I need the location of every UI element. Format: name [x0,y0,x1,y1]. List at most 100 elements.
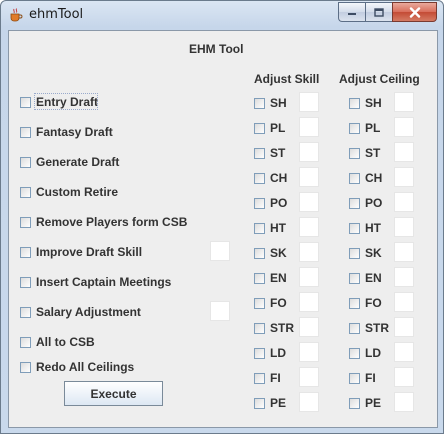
skill-value-field[interactable] [299,367,319,387]
minimize-icon [348,13,356,15]
option-label: Generate Draft [36,155,120,169]
ceiling-checkbox[interactable] [349,148,360,159]
window-controls [338,2,437,22]
option-checkbox[interactable] [20,307,31,318]
ceiling-label: LD [365,346,381,360]
ceiling-checkbox[interactable] [349,373,360,384]
ceiling-label: PO [365,196,383,210]
close-icon [409,6,420,18]
ceiling-checkbox[interactable] [349,223,360,234]
ceiling-value-field[interactable] [394,342,414,362]
ceiling-value-field[interactable] [394,317,414,337]
ceiling-label: SH [365,96,382,110]
skill-label: FO [270,296,287,310]
skill-value-field[interactable] [299,217,319,237]
skill-value-field[interactable] [299,117,319,137]
skill-value-field[interactable] [299,342,319,362]
skill-value-field[interactable] [299,192,319,212]
java-cup-icon [10,8,23,22]
option-value-field[interactable] [210,301,230,321]
option-checkbox[interactable] [20,97,31,108]
ceiling-label: PE [365,396,382,410]
maximize-button[interactable] [365,2,392,22]
skill-label: FI [270,371,281,385]
ceiling-value-field[interactable] [394,142,414,162]
skill-checkbox[interactable] [254,198,265,209]
skill-checkbox[interactable] [254,373,265,384]
ceiling-checkbox[interactable] [349,273,360,284]
ceiling-value-field[interactable] [394,217,414,237]
skill-label: ST [270,146,286,160]
ceiling-value-field[interactable] [394,392,414,412]
option-value-field[interactable] [210,241,230,261]
ceiling-checkbox[interactable] [349,173,360,184]
option-label: Redo All Ceilings [36,360,135,374]
option-label: Insert Captain Meetings [36,275,172,289]
skill-checkbox[interactable] [254,273,265,284]
adjust-skill-heading: Adjust Skill [254,72,320,86]
tool-panel: EHM Tool Entry Draft Fantasy Draft Generat… [8,30,438,428]
skill-value-field[interactable] [299,92,319,112]
skill-value-field[interactable] [299,142,319,162]
skill-value-field[interactable] [299,267,319,287]
ceiling-label: STR [365,321,389,335]
option-checkbox[interactable] [20,187,31,198]
skill-value-field[interactable] [299,242,319,262]
app-window: ehmTool EHM Tool Entry Draft Fantasy Draf… [0,0,444,434]
skill-label: EN [270,271,287,285]
option-checkbox[interactable] [20,362,31,373]
ceiling-label: CH [365,171,383,185]
skill-value-field[interactable] [299,167,319,187]
skill-checkbox[interactable] [254,123,265,134]
option-checkbox[interactable] [20,127,31,138]
option-checkbox[interactable] [20,337,31,348]
ceiling-value-field[interactable] [394,192,414,212]
option-label: Improve Draft Skill [36,245,143,259]
option-checkbox[interactable] [20,277,31,288]
ceiling-value-field[interactable] [394,292,414,312]
option-checkbox[interactable] [20,217,31,228]
skill-checkbox[interactable] [254,298,265,309]
skill-checkbox[interactable] [254,98,265,109]
ceiling-checkbox[interactable] [349,323,360,334]
focus-indicator [34,93,98,110]
ceiling-value-field[interactable] [394,267,414,287]
close-button[interactable] [392,2,437,22]
skill-value-field[interactable] [299,292,319,312]
skill-label: SK [270,246,287,260]
skill-checkbox[interactable] [254,148,265,159]
skill-checkbox[interactable] [254,173,265,184]
adjust-ceiling-heading: Adjust Ceiling [339,72,420,86]
ceiling-checkbox[interactable] [349,298,360,309]
skill-value-field[interactable] [299,317,319,337]
ceiling-value-field[interactable] [394,367,414,387]
title-bar[interactable]: ehmTool [1,1,443,29]
skill-checkbox[interactable] [254,348,265,359]
skill-value-field[interactable] [299,392,319,412]
ceiling-checkbox[interactable] [349,398,360,409]
skill-checkbox[interactable] [254,398,265,409]
skill-checkbox[interactable] [254,248,265,259]
ceiling-checkbox[interactable] [349,123,360,134]
option-checkbox[interactable] [20,157,31,168]
skill-checkbox[interactable] [254,223,265,234]
option-label: Salary Adjustment [36,305,141,319]
ceiling-checkbox[interactable] [349,348,360,359]
panel-heading: EHM Tool [189,42,244,56]
ceiling-checkbox[interactable] [349,248,360,259]
ceiling-label: HT [365,221,381,235]
ceiling-value-field[interactable] [394,242,414,262]
ceiling-checkbox[interactable] [349,198,360,209]
ceiling-value-field[interactable] [394,117,414,137]
option-label: Custom Retire [36,185,119,199]
ceiling-value-field[interactable] [394,92,414,112]
window-title: ehmTool [29,7,84,22]
ceiling-label: PL [365,121,381,135]
minimize-button[interactable] [338,2,365,22]
option-checkbox[interactable] [20,247,31,258]
execute-button[interactable]: Execute [64,381,163,406]
skill-checkbox[interactable] [254,323,265,334]
ceiling-checkbox[interactable] [349,98,360,109]
ceiling-value-field[interactable] [394,167,414,187]
maximize-icon [374,7,384,17]
